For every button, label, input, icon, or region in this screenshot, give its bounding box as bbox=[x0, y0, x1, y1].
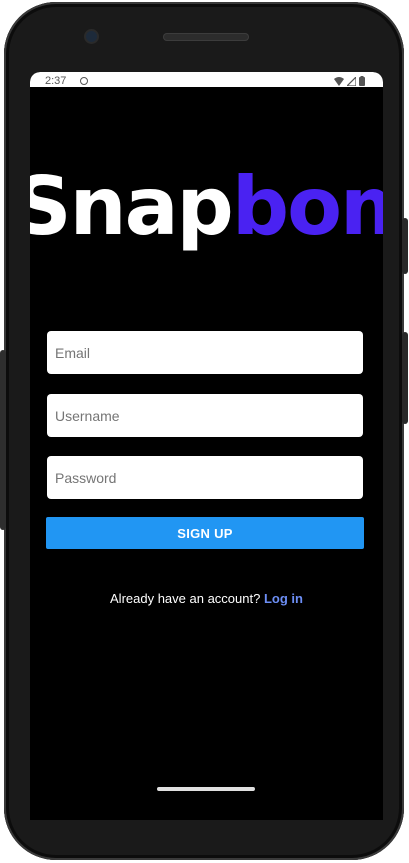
login-prompt-row: Already have an account? Log in bbox=[30, 591, 383, 606]
battery-icon bbox=[359, 76, 365, 86]
username-field[interactable] bbox=[47, 394, 363, 437]
logo-part-bomb: bomb bbox=[231, 162, 383, 252]
logo-part-snap: Snap bbox=[30, 162, 234, 252]
login-link[interactable]: Log in bbox=[264, 591, 303, 606]
cellular-icon bbox=[347, 76, 356, 86]
email-field[interactable] bbox=[47, 331, 363, 374]
status-time: 2:37 bbox=[45, 75, 67, 87]
front-camera bbox=[86, 31, 97, 42]
power-button bbox=[402, 218, 408, 274]
app-notification-icon bbox=[80, 77, 88, 85]
wifi-icon bbox=[334, 76, 344, 86]
app-logo: Snapbomb bbox=[30, 162, 383, 252]
volume-button bbox=[402, 332, 408, 424]
phone-side-left bbox=[0, 350, 6, 530]
signup-button[interactable]: SIGN UP bbox=[46, 517, 364, 549]
password-field[interactable] bbox=[47, 456, 363, 499]
status-icons bbox=[334, 76, 365, 86]
logo-wordmark: Snapbomb bbox=[30, 162, 383, 252]
login-prompt-text: Already have an account? bbox=[110, 591, 261, 606]
home-indicator[interactable] bbox=[157, 787, 255, 791]
app-screen: 2:37 Snapbomb SIGN UP Already have an ac… bbox=[30, 72, 383, 820]
status-bar: 2:37 bbox=[30, 72, 383, 87]
earpiece-speaker bbox=[163, 33, 249, 41]
